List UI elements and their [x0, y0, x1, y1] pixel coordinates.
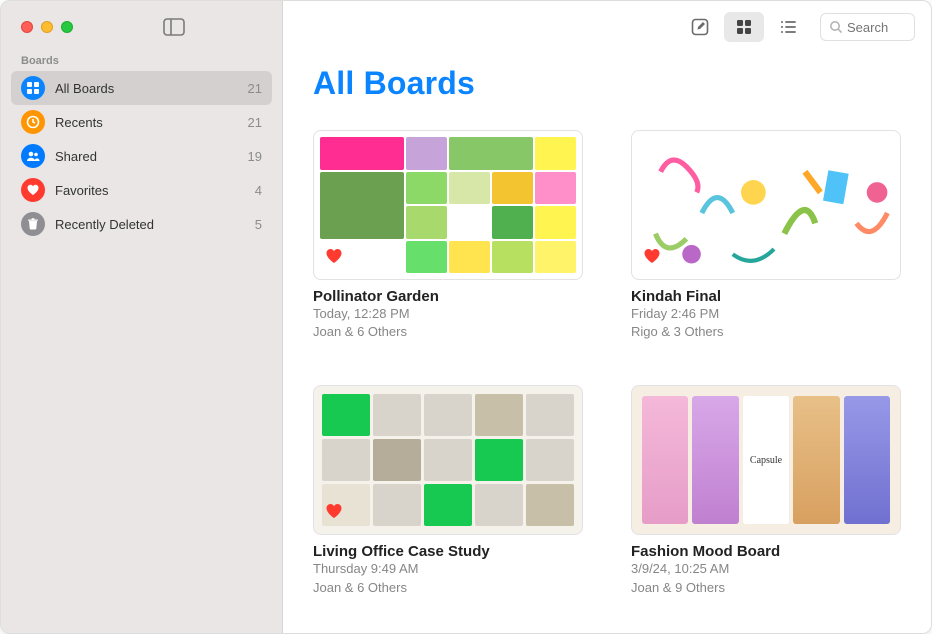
board-thumbnail: [313, 130, 583, 280]
toolbar: [283, 1, 931, 53]
board-timestamp: 3/9/24, 10:25 AM: [631, 560, 901, 578]
main-panel: All Boards Pollinator Garden Today, 12:2…: [283, 1, 931, 633]
boards-grid: Pollinator Garden Today, 12:28 PM Joan &…: [313, 130, 901, 597]
board-people: Joan & 6 Others: [313, 323, 583, 341]
sidebar-item-count: 4: [255, 183, 262, 198]
trash-icon: [21, 212, 45, 236]
board-card[interactable]: Living Office Case Study Thursday 9:49 A…: [313, 385, 583, 596]
board-timestamp: Thursday 9:49 AM: [313, 560, 583, 578]
sidebar-item-recents[interactable]: Recents 21: [11, 105, 272, 139]
sidebar-item-label: Shared: [55, 149, 248, 164]
sidebar-item-recently-deleted[interactable]: Recently Deleted 5: [11, 207, 272, 241]
sidebar-icon: [163, 18, 185, 36]
board-timestamp: Today, 12:28 PM: [313, 305, 583, 323]
content-area: All Boards Pollinator Garden Today, 12:2…: [283, 53, 931, 633]
sidebar-item-label: All Boards: [55, 81, 248, 96]
board-title: Fashion Mood Board: [631, 543, 901, 560]
page-title: All Boards: [313, 65, 901, 102]
sidebar-item-shared[interactable]: Shared 19: [11, 139, 272, 173]
list-view-button[interactable]: [768, 12, 808, 42]
sidebar-item-label: Recents: [55, 115, 248, 130]
board-thumbnail: [631, 130, 901, 280]
search-icon: [829, 20, 843, 34]
sidebar-list: All Boards 21 Recents 21 Shared 19: [1, 71, 282, 241]
favorite-heart-icon: [642, 246, 662, 271]
board-people: Joan & 9 Others: [631, 579, 901, 597]
board-card[interactable]: Pollinator Garden Today, 12:28 PM Joan &…: [313, 130, 583, 341]
sidebar-toggle-button[interactable]: [157, 13, 191, 41]
search-input[interactable]: [847, 20, 903, 35]
heart-icon: [21, 178, 45, 202]
traffic-lights: [21, 21, 73, 33]
grid-view-button[interactable]: [724, 12, 764, 42]
sidebar-item-count: 5: [255, 217, 262, 232]
board-people: Rigo & 3 Others: [631, 323, 901, 341]
sidebar: Boards All Boards 21 Recents 21: [1, 1, 283, 633]
list-icon: [778, 17, 798, 37]
board-title: Kindah Final: [631, 288, 901, 305]
sidebar-item-label: Recently Deleted: [55, 217, 255, 232]
grid-icon: [21, 76, 45, 100]
board-card[interactable]: Kindah Final Friday 2:46 PM Rigo & 3 Oth…: [631, 130, 901, 341]
minimize-window-button[interactable]: [41, 21, 53, 33]
search-field[interactable]: [820, 13, 915, 41]
titlebar: [1, 1, 282, 53]
app-window: Boards All Boards 21 Recents 21: [0, 0, 932, 634]
sidebar-item-all-boards[interactable]: All Boards 21: [11, 71, 272, 105]
board-title: Living Office Case Study: [313, 543, 583, 560]
board-people: Joan & 6 Others: [313, 579, 583, 597]
board-card[interactable]: Capsule Fashion Mood Board 3/9/24, 10:25…: [631, 385, 901, 596]
close-window-button[interactable]: [21, 21, 33, 33]
sidebar-item-count: 21: [248, 115, 262, 130]
sidebar-item-favorites[interactable]: Favorites 4: [11, 173, 272, 207]
compose-icon: [690, 17, 710, 37]
sidebar-section-header: Boards: [1, 53, 282, 71]
board-thumbnail: Capsule: [631, 385, 901, 535]
board-title: Pollinator Garden: [313, 288, 583, 305]
sidebar-item-label: Favorites: [55, 183, 255, 198]
favorite-heart-icon: [324, 246, 344, 271]
people-icon: [21, 144, 45, 168]
clock-icon: [21, 110, 45, 134]
board-thumbnail: [313, 385, 583, 535]
board-timestamp: Friday 2:46 PM: [631, 305, 901, 323]
favorite-heart-icon: [324, 501, 344, 526]
sidebar-item-count: 19: [248, 149, 262, 164]
sidebar-item-count: 21: [248, 81, 262, 96]
fullscreen-window-button[interactable]: [61, 21, 73, 33]
compose-button[interactable]: [680, 12, 720, 42]
grid-icon: [734, 17, 754, 37]
